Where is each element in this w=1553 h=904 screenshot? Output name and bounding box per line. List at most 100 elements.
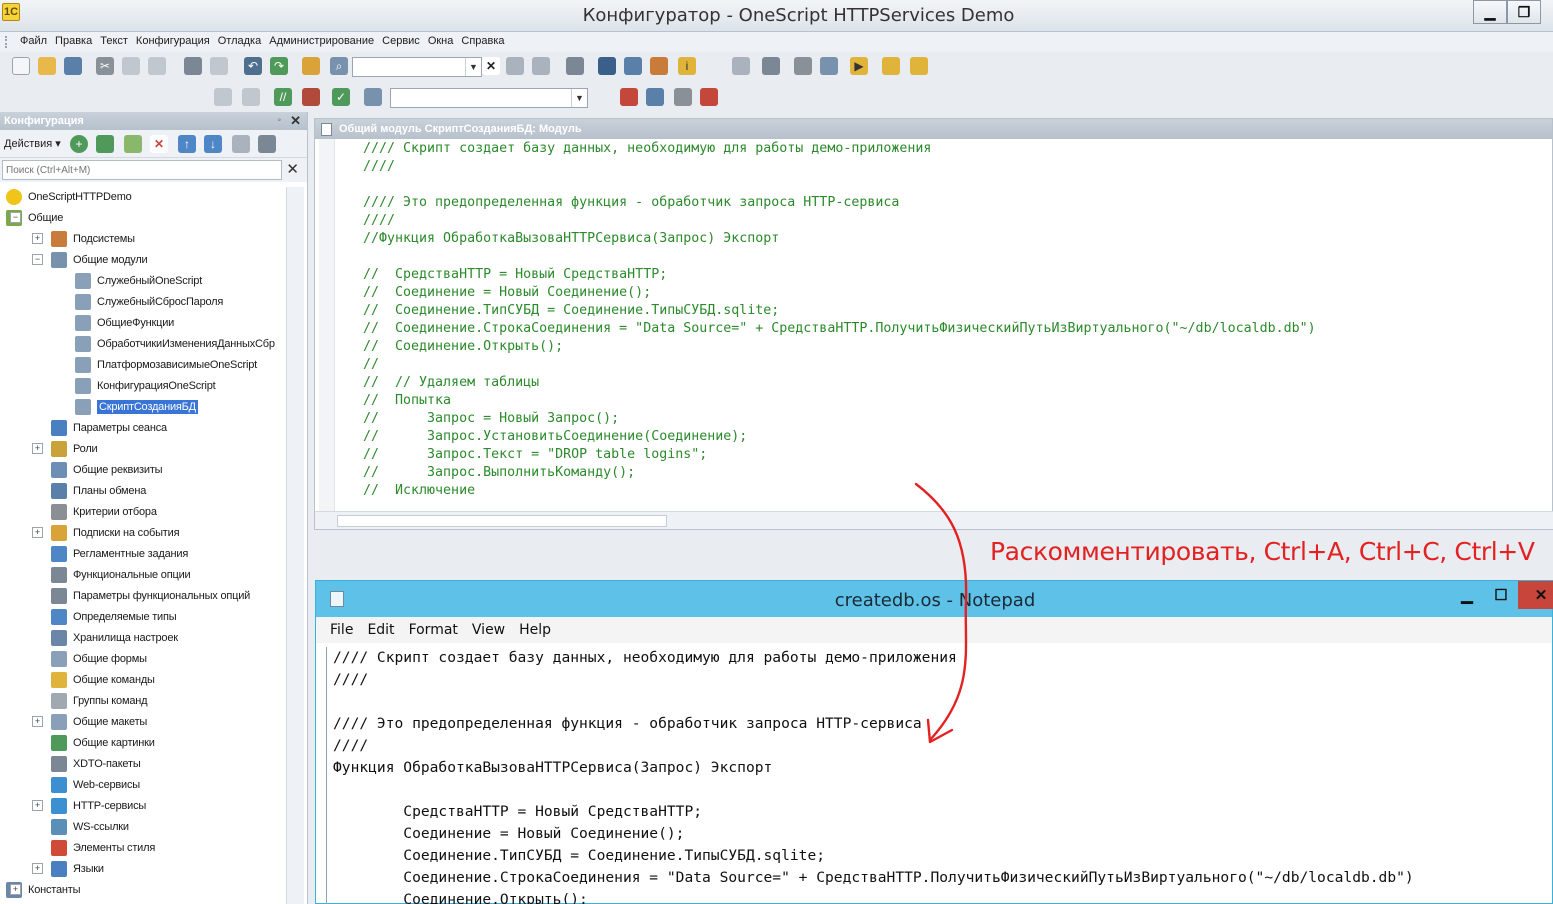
tree-item[interactable]: СлужебныйСбросПароля [75, 291, 223, 312]
expand-icon[interactable]: + [32, 233, 43, 244]
notepad-close-button[interactable]: ✕ [1518, 581, 1553, 609]
tree-item[interactable]: Хранилища настроек [51, 627, 178, 648]
configuration-search-input[interactable] [2, 160, 282, 180]
disable-breakpoint-icon[interactable] [674, 88, 692, 106]
cut-icon[interactable]: ✂ [96, 57, 114, 75]
redo-icon[interactable]: ↷ [270, 57, 288, 75]
tree-item[interactable]: СкриптСозданияБД [75, 396, 198, 417]
syntax-assistant-icon[interactable] [598, 57, 616, 75]
minimize-button[interactable]: ▁ [1473, 0, 1507, 24]
notepad-menu-item[interactable]: Edit [367, 622, 394, 638]
move-down-icon[interactable]: ↓ [204, 135, 222, 153]
tree-item[interactable]: − Общие [6, 207, 63, 228]
expand-icon[interactable]: + [32, 800, 43, 811]
move-up-icon[interactable]: ↑ [178, 135, 196, 153]
new-document-icon[interactable] [12, 57, 30, 75]
run-debug-icon[interactable]: ▶ [850, 57, 868, 75]
actions-menu[interactable]: Действия ▾ [4, 137, 61, 150]
tree-item[interactable]: КонфигурацияOneScript [75, 375, 216, 396]
open-folder-icon[interactable] [38, 57, 56, 75]
tree-item[interactable]: Общие команды [51, 669, 155, 690]
tree-item[interactable]: − Общие модули [32, 249, 148, 270]
menu-item[interactable]: Окна [424, 34, 458, 49]
print-icon[interactable] [184, 57, 202, 75]
block-uncomment-icon[interactable] [242, 88, 260, 106]
undo-icon[interactable]: ↶ [244, 57, 262, 75]
menu-item[interactable]: Текст [96, 34, 132, 49]
database-icon[interactable] [794, 57, 812, 75]
scrollbar-thumb[interactable] [337, 515, 667, 527]
editor-horizontal-scrollbar[interactable] [315, 511, 1553, 529]
breakpoint-icon[interactable] [620, 88, 638, 106]
tree-item[interactable]: + Константы [6, 879, 81, 900]
tree-item[interactable]: Параметры функциональных опций [51, 585, 250, 606]
notepad-menu-item[interactable]: Help [519, 622, 551, 638]
windows-icon[interactable] [566, 57, 584, 75]
menu-item[interactable]: Администрирование [265, 34, 378, 49]
tree-item[interactable]: Общие картинки [51, 732, 155, 753]
close-icon[interactable]: ✕ [290, 112, 301, 130]
tree-item[interactable]: + HTTP-сервисы [32, 795, 146, 816]
expand-icon[interactable]: + [32, 527, 43, 538]
tree-item[interactable]: + Языки [32, 858, 104, 879]
tree-item[interactable]: ОбщиеФункции [75, 312, 174, 333]
save-icon[interactable] [64, 57, 82, 75]
add-icon[interactable]: + [70, 135, 88, 153]
filter-icon[interactable] [258, 135, 276, 153]
clear-search-icon[interactable]: ✕ [286, 160, 299, 178]
expand-icon[interactable]: + [32, 716, 43, 727]
block-comment-icon[interactable] [214, 88, 232, 106]
menu-item[interactable]: Файл [16, 34, 51, 49]
procedures-combo[interactable]: ▼ [390, 88, 588, 108]
delete-breakpoints-icon[interactable] [700, 88, 718, 106]
tree-item[interactable]: + Подписки на события [32, 522, 180, 543]
notepad-menu-item[interactable]: View [472, 622, 505, 638]
find-prev-icon[interactable] [532, 57, 550, 75]
menu-item[interactable]: Справка [457, 34, 508, 49]
tree-item[interactable]: + Подсистемы [32, 228, 135, 249]
menu-item[interactable]: Правка [51, 34, 96, 49]
find-in-files-icon[interactable] [302, 57, 320, 75]
chevron-down-icon[interactable]: ▼ [465, 58, 481, 76]
notepad-menu-item[interactable]: Format [409, 622, 458, 638]
copy-item-icon[interactable] [124, 135, 142, 153]
run-enterprise-icon[interactable] [882, 57, 900, 75]
comment-icon[interactable]: // [274, 88, 292, 106]
tree-item[interactable]: + Роли [32, 438, 98, 459]
edit-icon[interactable] [96, 135, 114, 153]
notepad-text[interactable]: //// Скрипт создает базу данных, необход… [333, 647, 1414, 904]
expand-icon[interactable]: + [32, 863, 43, 874]
expand-icon[interactable]: + [10, 884, 21, 895]
chevron-down-icon[interactable]: ▼ [571, 89, 587, 107]
tree-item[interactable]: Функциональные опции [51, 564, 191, 585]
tree-item[interactable]: Элементы стиля [51, 837, 155, 858]
tree-item[interactable]: ПлатформозависимыеOneScript [75, 354, 257, 375]
copy-icon[interactable] [122, 57, 140, 75]
tree-item[interactable]: OneScriptHTTPDemo [6, 187, 132, 207]
print-preview-icon[interactable] [210, 57, 228, 75]
compare-config-icon[interactable] [762, 57, 780, 75]
search-icon[interactable]: ⌕ [330, 57, 348, 75]
help-search-icon[interactable] [624, 57, 642, 75]
tree-item[interactable]: Общие формы [51, 648, 147, 669]
module-code[interactable]: //// Скрипт создает базу данных, необход… [363, 140, 1316, 500]
uncomment-icon[interactable] [302, 88, 320, 106]
tree-item[interactable]: Регламентные задания [51, 543, 188, 564]
tree-item[interactable]: Критерии отбора [51, 501, 157, 522]
collapse-icon[interactable]: − [10, 212, 21, 223]
info-icon[interactable]: i [678, 57, 696, 75]
menu-item[interactable]: Конфигурация [132, 34, 214, 49]
paste-icon[interactable] [148, 57, 166, 75]
notepad-maximize-button[interactable]: ☐ [1484, 581, 1518, 609]
db-config-icon[interactable] [732, 57, 750, 75]
tree-item[interactable]: XDTO-пакеты [51, 753, 141, 774]
tree-item[interactable]: Web-сервисы [51, 774, 140, 795]
search-combo[interactable]: ▼ [352, 57, 482, 77]
tree-item[interactable]: Общие реквизиты [51, 459, 163, 480]
procedures-icon[interactable] [364, 88, 382, 106]
notepad-text-area[interactable]: //// Скрипт создает базу данных, необход… [326, 647, 1546, 904]
tree-item[interactable]: + Общие макеты [32, 711, 147, 732]
tree-item[interactable]: СлужебныйOneScript [75, 270, 202, 291]
menu-item[interactable]: Отладка [214, 34, 265, 49]
expand-icon[interactable]: + [32, 443, 43, 454]
